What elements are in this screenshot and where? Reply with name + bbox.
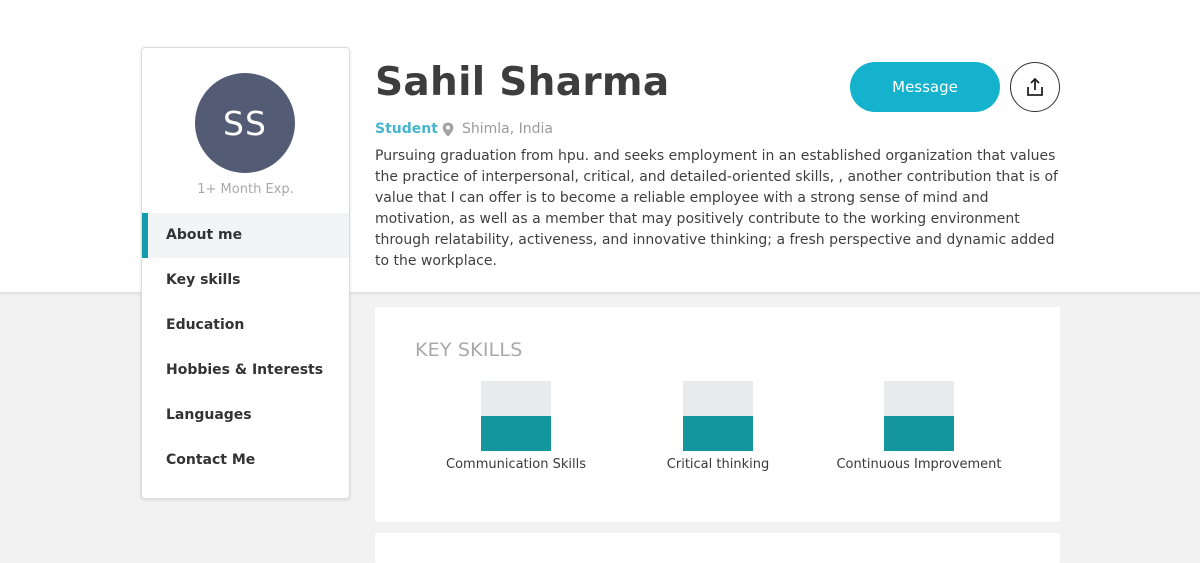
location-pin-icon — [442, 122, 454, 136]
key-skills-card: KEY SKILLS Communication Skills Critical… — [375, 307, 1060, 522]
sidebar-nav: About me Key skills Education Hobbies & … — [142, 213, 349, 483]
profile-name: Sahil Sharma — [375, 60, 670, 105]
sidebar-item-languages[interactable]: Languages — [142, 393, 349, 438]
sidebar-item-education[interactable]: Education — [142, 303, 349, 348]
profile-sidebar: SS 1+ Month Exp. About me Key skills Edu… — [141, 47, 350, 499]
next-section-card — [375, 533, 1060, 563]
skill-label: Communication Skills — [446, 457, 586, 472]
skill-label: Critical thinking — [666, 457, 770, 472]
skill-item: Continuous Improvement — [819, 381, 1019, 472]
location-text: Shimla, India — [462, 121, 554, 137]
skill-level-fill — [481, 416, 551, 451]
sidebar-item-about-me[interactable]: About me — [142, 213, 349, 258]
share-icon — [1027, 77, 1043, 96]
sidebar-item-hobbies-interests[interactable]: Hobbies & Interests — [142, 348, 349, 393]
profile-location: Shimla, India — [442, 121, 553, 137]
skill-level-fill — [683, 416, 753, 451]
profile-bio: Pursuing graduation from hpu. and seeks … — [375, 148, 1058, 269]
profile-role: Student — [375, 121, 438, 137]
skill-item: Critical thinking — [618, 381, 818, 472]
sidebar-item-key-skills[interactable]: Key skills — [142, 258, 349, 303]
key-skills-title: KEY SKILLS — [415, 339, 523, 361]
skill-level-bar — [683, 381, 753, 451]
skill-level-bar — [884, 381, 954, 451]
skill-level-fill — [884, 416, 954, 451]
skill-item: Communication Skills — [416, 381, 616, 472]
avatar: SS — [195, 73, 295, 173]
skill-label: Continuous Improvement — [836, 457, 1002, 472]
message-button[interactable]: Message — [850, 62, 1000, 112]
skill-level-bar — [481, 381, 551, 451]
sidebar-item-contact-me[interactable]: Contact Me — [142, 438, 349, 483]
experience-label: 1+ Month Exp. — [197, 182, 294, 197]
share-button[interactable] — [1010, 62, 1060, 112]
